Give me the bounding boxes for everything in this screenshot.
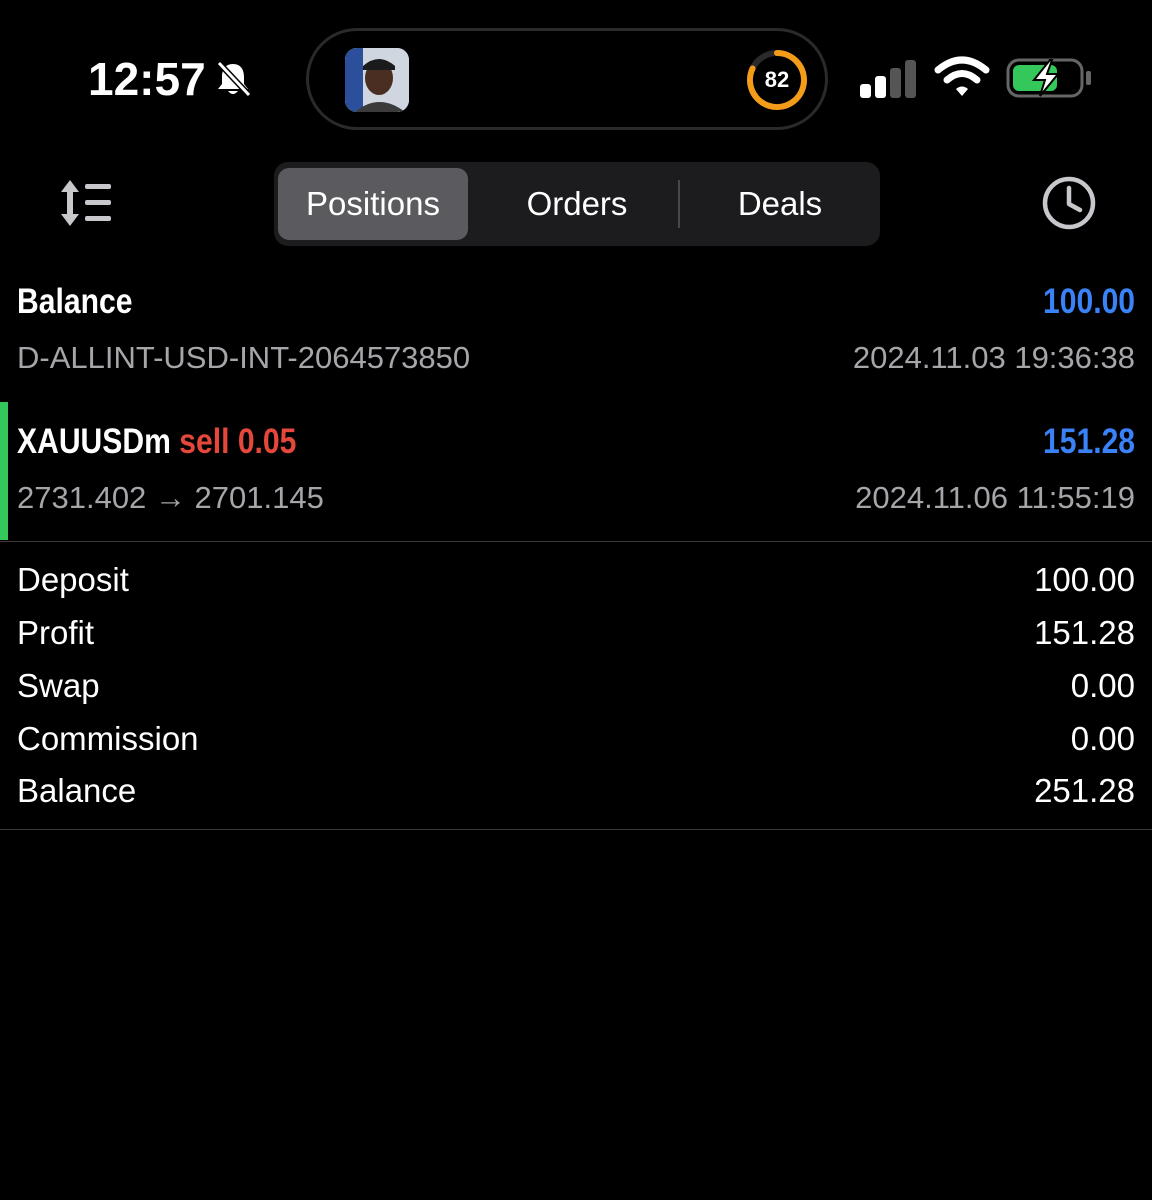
- deposit-label: Deposit: [17, 561, 129, 598]
- trade-prices: 2731.402 → 2701.145: [17, 480, 324, 515]
- balance-deal-row[interactable]: Balance 100.00 D-ALLINT-USD-INT-20645738…: [0, 270, 1152, 400]
- trade-time: 2024.11.06 11:55:19: [855, 480, 1135, 515]
- trade-side-volume: sell 0.05: [179, 422, 297, 461]
- bell-slash-icon: [216, 60, 252, 98]
- trade-symbol: XAUUSDm: [17, 422, 171, 461]
- clock-icon[interactable]: [1040, 174, 1098, 232]
- commission-value: 0.00: [1070, 720, 1135, 757]
- summary-commission: Commission 0.00: [0, 720, 1152, 772]
- tab-positions[interactable]: Positions: [278, 168, 468, 240]
- summary-deposit: Deposit 100.00: [0, 561, 1152, 613]
- balance-title: Balance: [17, 282, 133, 321]
- balance-time: 2024.11.03 19:36:38: [852, 340, 1135, 375]
- deposit-value: 100.00: [1034, 561, 1135, 598]
- progress-value: 82: [764, 67, 790, 92]
- summary-balance-label: Balance: [17, 772, 137, 809]
- trade-title: XAUUSDm sell 0.05: [17, 422, 296, 462]
- history-tabs: Positions Orders Deals: [274, 162, 880, 246]
- balance-account: D-ALLINT-USD-INT-2064573850: [17, 340, 471, 375]
- tab-divider: [678, 180, 680, 228]
- trade-profit: 151.28: [1042, 422, 1135, 461]
- status-bar: 12:57 82: [0, 0, 1152, 150]
- summary-profit: Profit 151.28: [0, 614, 1152, 666]
- summary-swap: Swap 0.00: [0, 667, 1152, 719]
- divider: [0, 541, 1152, 542]
- summary-balance-value: 251.28: [1034, 772, 1135, 809]
- wifi-icon: [934, 56, 990, 96]
- status-time: 12:57: [88, 53, 206, 105]
- trade-row[interactable]: XAUUSDm sell 0.05 151.28 2731.402 → 2701…: [0, 410, 1152, 540]
- dynamic-island[interactable]: 82: [306, 28, 828, 130]
- tab-orders[interactable]: Orders: [484, 168, 670, 240]
- profit-label: Profit: [17, 614, 95, 651]
- profit-value: 151.28: [1034, 614, 1135, 651]
- progress-ring: 82: [745, 48, 809, 112]
- divider: [0, 829, 1152, 830]
- swap-value: 0.00: [1070, 667, 1135, 704]
- avatar: [345, 48, 409, 112]
- swap-label: Swap: [17, 667, 100, 704]
- summary-balance: Balance 251.28: [0, 772, 1152, 824]
- battery-charging-icon: [1006, 58, 1091, 98]
- tab-deals[interactable]: Deals: [684, 168, 876, 240]
- commission-label: Commission: [17, 720, 199, 757]
- balance-amount: 100.00: [1042, 282, 1135, 321]
- sort-icon[interactable]: [58, 176, 114, 230]
- cellular-signal-icon: [860, 60, 916, 98]
